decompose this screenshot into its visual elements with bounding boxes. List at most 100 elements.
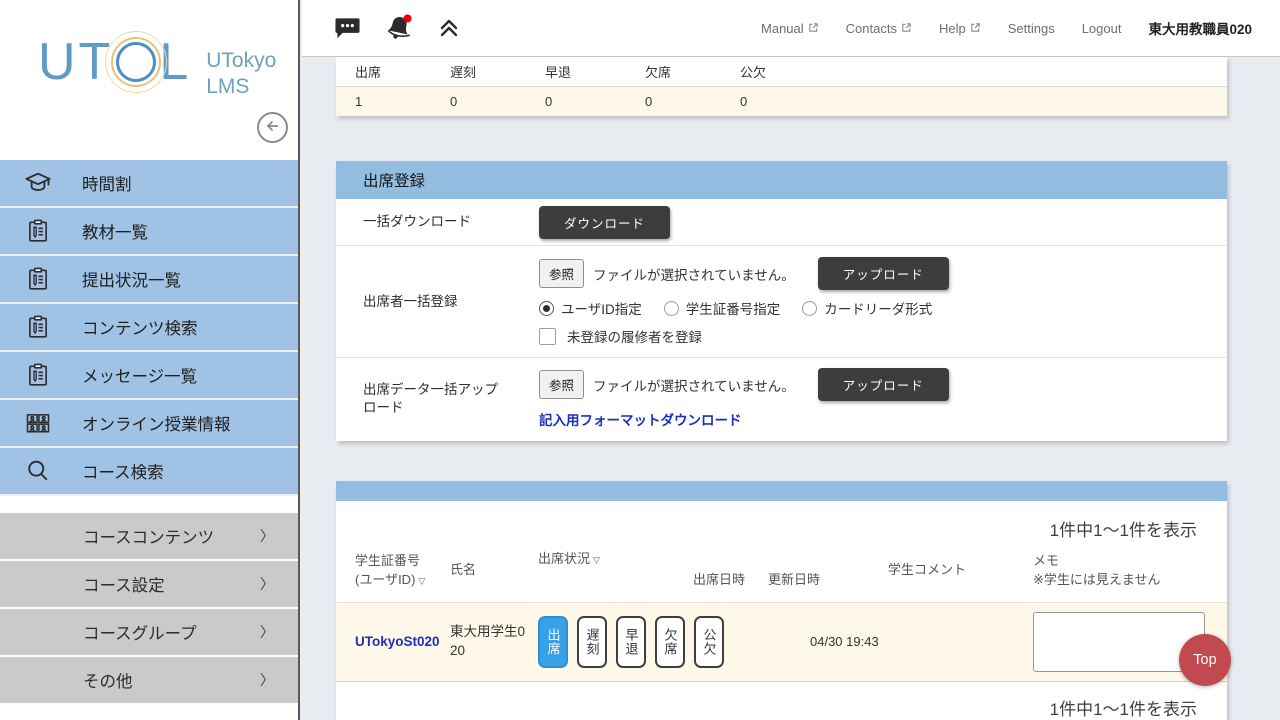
utol-logo: UTL UTokyo LMS (38, 36, 276, 101)
sidebar-item-content-search[interactable]: コンテンツ検索 (0, 304, 298, 352)
summary-val-late: 0 (450, 94, 545, 109)
summary-header-row: 出席 遅刻 早退 欠席 公欠 (336, 57, 1227, 87)
settings-link[interactable]: Settings (1008, 21, 1055, 36)
sort-icon: ▽ (593, 555, 600, 565)
sidebar-item-course-search[interactable]: コース検索 (0, 448, 298, 496)
summary-val-excused: 0 (740, 94, 1227, 109)
status-late-button[interactable]: 遅刻 (577, 616, 607, 668)
back-arrow-icon (265, 118, 281, 137)
main-area: Manual Contacts Help (302, 0, 1280, 720)
manual-link[interactable]: Manual (761, 21, 819, 36)
student-table-row: UTokyoSt020 東大用学生020 出席 遅刻 早退 欠席 公欠 04/3… (336, 602, 1227, 681)
status-absent-button[interactable]: 欠席 (655, 616, 685, 668)
format-download-link[interactable]: 記入用フォーマットダウンロード (539, 409, 949, 429)
logged-in-user-name: 東大用教職員020 (1148, 18, 1252, 38)
student-table-header: 学生証番号 (ユーザID)▽ 氏名 出席状況▽ 出席日時 更新日時 学生コメント… (336, 541, 1227, 602)
chevron-right-icon: 〉 (260, 526, 274, 546)
download-button[interactable]: ダウンロード (539, 206, 670, 239)
col-status-sort[interactable]: 出席状況▽ (538, 549, 693, 569)
sidebar-item-label: 時間割 (82, 171, 132, 195)
browse-file-button[interactable]: 参照 (539, 370, 584, 399)
student-attendance-panel: 1件中1〜1件を表示 学生証番号 (ユーザID)▽ 氏名 出席状況▽ 出席日時 … (336, 481, 1227, 720)
sidebar-collapse-button[interactable] (257, 112, 288, 143)
chevron-right-icon: 〉 (260, 574, 274, 594)
help-link[interactable]: Help (939, 21, 981, 36)
topbar-nav: Manual Contacts Help (761, 18, 1252, 38)
notification-bell-icon[interactable] (383, 13, 415, 43)
chevron-right-icon: 〉 (260, 622, 274, 642)
external-link-icon (970, 21, 981, 36)
chevron-right-icon: 〉 (260, 670, 274, 690)
sidebar: UTL UTokyo LMS 時間割 (0, 0, 300, 720)
sidebar-item-course-settings[interactable]: コース設定 〉 (0, 561, 298, 609)
col-update-time: 更新日時 (768, 570, 888, 590)
sidebar-item-online-class-info[interactable]: オンライン授業情報 (0, 400, 298, 448)
scroll-to-top-button[interactable]: Top (1179, 634, 1231, 686)
materials-icon (22, 215, 54, 247)
attendance-summary-table: 出席 遅刻 早退 欠席 公欠 1 0 0 0 0 (336, 57, 1227, 116)
summary-val-early-leave: 0 (545, 94, 645, 109)
bulk-download-row: 一括ダウンロード ダウンロード (336, 199, 1227, 246)
sidebar-item-label: コンテンツ検索 (82, 315, 198, 339)
course-search-icon (22, 455, 54, 487)
summary-col-early-leave: 早退 (545, 62, 645, 81)
contacts-link[interactable]: Contacts (846, 21, 912, 36)
sidebar-item-others[interactable]: その他 〉 (0, 657, 298, 705)
online-class-icon (22, 407, 54, 439)
graduation-cap-icon (22, 167, 54, 199)
sidebar-item-label: 提出状況一覧 (82, 267, 181, 291)
student-id-link[interactable]: UTokyoSt020 (355, 634, 450, 649)
topbar: Manual Contacts Help (302, 0, 1280, 57)
radio-unselected-icon (802, 301, 817, 316)
panel-title: 出席登録 (336, 161, 1227, 199)
logo-text-before-o: UT (38, 36, 113, 88)
external-link-icon (808, 21, 819, 36)
upload-button[interactable]: アップロード (818, 368, 949, 401)
status-early-leave-button[interactable]: 早退 (616, 616, 646, 668)
sidebar-item-label: コース検索 (82, 459, 164, 483)
attendance-timestamp: 04/30 19:43 (768, 634, 888, 649)
sidebar-item-course-group[interactable]: コースグループ 〉 (0, 609, 298, 657)
result-count-top: 1件中1〜1件を表示 (336, 501, 1227, 541)
panel-top-bar (336, 481, 1227, 501)
content-search-icon (22, 311, 54, 343)
summary-val-absent: 0 (645, 94, 740, 109)
radio-user-id[interactable]: ユーザID指定 (539, 298, 642, 318)
sort-icon: ▽ (418, 576, 425, 586)
sidebar-item-timetable[interactable]: 時間割 (0, 160, 298, 208)
col-attendance-time: 出席日時 (693, 570, 768, 590)
status-attend-button[interactable]: 出席 (538, 616, 568, 668)
sidebar-item-submissions[interactable]: 提出状況一覧 (0, 256, 298, 304)
sidebar-sub-menu: コースコンテンツ 〉 コース設定 〉 コースグループ 〉 その他 〉 (0, 513, 298, 705)
submissions-icon (22, 263, 54, 295)
external-link-icon (901, 21, 912, 36)
register-unenrolled-checkbox[interactable] (539, 328, 556, 345)
radio-selected-icon (539, 301, 554, 316)
utol-logo-text: UTL (38, 36, 191, 88)
radio-card-reader-format[interactable]: カードリーダ形式 (802, 298, 932, 318)
logout-link[interactable]: Logout (1082, 21, 1122, 36)
topbar-icons (334, 13, 461, 43)
status-button-group: 出席 遅刻 早退 欠席 公欠 (538, 616, 768, 668)
summary-col-attend: 出席 (355, 62, 450, 81)
bulk-upload-row: 出席データ一括アップロード 参照 ファイルが選択されていません。 アップロード … (336, 358, 1227, 441)
sidebar-item-messages[interactable]: メッセージ一覧 (0, 352, 298, 400)
browse-file-button[interactable]: 参照 (539, 259, 584, 288)
radio-student-card-number[interactable]: 学生証番号指定 (664, 298, 781, 318)
logo-subtitle: UTokyo LMS (206, 48, 276, 101)
col-name: 氏名 (450, 560, 538, 580)
upload-button[interactable]: アップロード (818, 257, 949, 290)
summary-val-attend: 1 (355, 94, 450, 109)
radio-unselected-icon (664, 301, 679, 316)
summary-values-row: 1 0 0 0 0 (336, 87, 1227, 116)
col-memo: メモ ※学生には見えません (1033, 551, 1205, 590)
col-student-id-sort[interactable]: 学生証番号 (ユーザID)▽ (355, 551, 450, 590)
sidebar-item-materials[interactable]: 教材一覧 (0, 208, 298, 256)
message-icon[interactable] (334, 16, 361, 40)
collapse-header-icon[interactable] (437, 16, 461, 40)
logo-area: UTL UTokyo LMS (0, 0, 298, 160)
checkbox-label: 未登録の履修者を登録 (567, 326, 702, 346)
sidebar-item-course-contents[interactable]: コースコンテンツ 〉 (0, 513, 298, 561)
status-excused-button[interactable]: 公欠 (694, 616, 724, 668)
student-name: 東大用学生020 (450, 623, 538, 659)
